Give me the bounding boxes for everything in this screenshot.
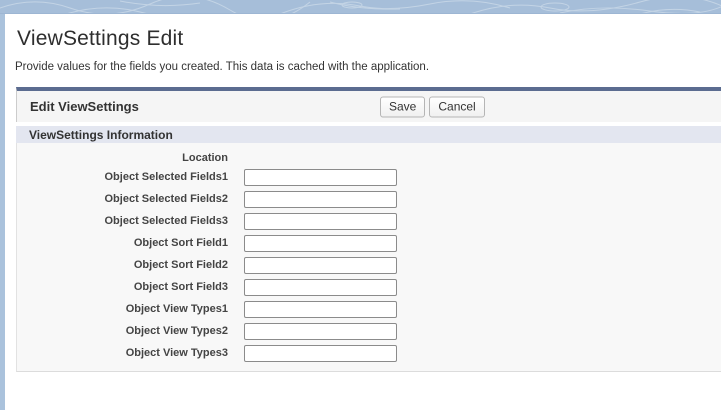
field-input-object-view-types1[interactable]: [244, 301, 397, 318]
section-header: ViewSettings Information: [16, 126, 721, 143]
field-label-object-selected-fields2: Object Selected Fields2: [17, 193, 228, 205]
edit-header-title: Edit ViewSettings: [30, 99, 139, 114]
field-label-location: Location: [17, 152, 228, 164]
field-input-object-selected-fields2[interactable]: [244, 191, 397, 208]
form-body: Location Object Selected Fields1 Object Se…: [16, 143, 721, 372]
field-label-object-view-types2: Object View Types2: [17, 325, 228, 337]
edit-viewsettings-box: Edit ViewSettings Save Cancel ViewSettin…: [16, 87, 721, 372]
field-label-object-view-types1: Object View Types1: [17, 303, 228, 315]
form-row-object-sort-field3: Object Sort Field3: [17, 276, 721, 298]
field-input-object-selected-fields3[interactable]: [244, 213, 397, 230]
page-content: ViewSettings Edit Provide values for the…: [5, 14, 721, 410]
field-label-object-view-types3: Object View Types3: [17, 347, 228, 359]
form-row-object-view-types3: Object View Types3: [17, 342, 721, 364]
form-row-object-selected-fields3: Object Selected Fields3: [17, 210, 721, 232]
banner-topo-pattern-decoration: [0, 0, 721, 14]
field-label-object-sort-field1: Object Sort Field1: [17, 237, 228, 249]
form-row-object-view-types2: Object View Types2: [17, 320, 721, 342]
field-input-object-sort-field3[interactable]: [244, 279, 397, 296]
form-row-object-sort-field1: Object Sort Field1: [17, 232, 721, 254]
form-row-object-selected-fields2: Object Selected Fields2: [17, 188, 721, 210]
field-input-object-selected-fields1[interactable]: [244, 169, 397, 186]
page-title: ViewSettings Edit: [5, 14, 721, 51]
field-label-object-sort-field2: Object Sort Field2: [17, 259, 228, 271]
edit-header-bar: Edit ViewSettings Save Cancel: [16, 87, 721, 122]
section-header-title: ViewSettings Information: [29, 128, 173, 142]
field-input-object-view-types3[interactable]: [244, 345, 397, 362]
top-banner: [0, 0, 721, 14]
field-input-object-sort-field1[interactable]: [244, 235, 397, 252]
field-label-object-sort-field3: Object Sort Field3: [17, 281, 228, 293]
field-label-object-selected-fields3: Object Selected Fields3: [17, 215, 228, 227]
form-row-object-view-types1: Object View Types1: [17, 298, 721, 320]
field-input-object-sort-field2[interactable]: [244, 257, 397, 274]
field-label-object-selected-fields1: Object Selected Fields1: [17, 171, 228, 183]
form-row-object-selected-fields1: Object Selected Fields1: [17, 166, 721, 188]
form-row-object-sort-field2: Object Sort Field2: [17, 254, 721, 276]
save-button[interactable]: Save: [380, 96, 425, 117]
field-input-object-view-types2[interactable]: [244, 323, 397, 340]
page-description: Provide values for the fields you create…: [5, 51, 721, 73]
form-row-location: Location: [17, 149, 721, 166]
button-group: Save Cancel: [380, 96, 485, 117]
cancel-button[interactable]: Cancel: [429, 96, 484, 117]
